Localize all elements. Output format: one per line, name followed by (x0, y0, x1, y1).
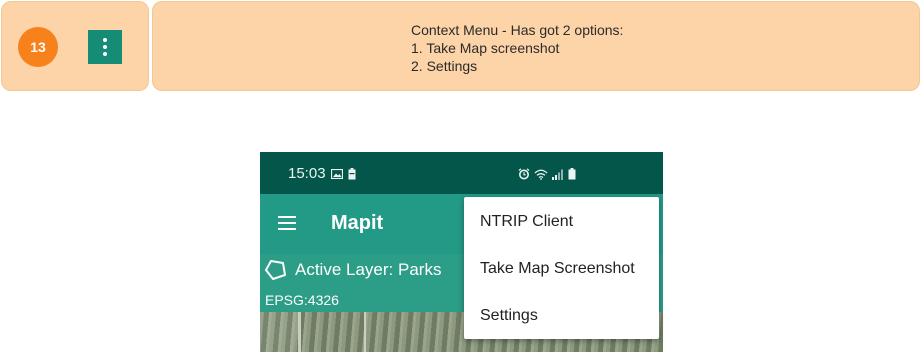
annotation-description-cell: Context Menu - Has got 2 options: 1. Tak… (152, 1, 920, 91)
active-layer-label: Active Layer: Parks (295, 260, 442, 279)
battery-saver-icon (348, 168, 356, 180)
annotation-description: Context Menu - Has got 2 options: 1. Tak… (411, 21, 623, 75)
alarm-icon (518, 168, 530, 180)
annotation-line-title: Context Menu - Has got 2 options: (411, 22, 624, 38)
map-road (364, 312, 366, 352)
more-vert-icon (88, 30, 122, 64)
menu-item-take-map-screenshot[interactable]: Take Map Screenshot (480, 260, 635, 278)
status-right-icons (518, 168, 576, 180)
epsg-label: EPSG:4326 (265, 292, 339, 308)
map-road (298, 312, 301, 352)
context-menu: NTRIP Client Take Map Screenshot Setting… (464, 197, 659, 339)
step-number-badge: 13 (18, 27, 58, 67)
annotation-line-option-2: 2. Settings (411, 58, 478, 74)
annotation-icon-cell: 13 (1, 1, 149, 91)
menu-item-ntrip-client[interactable]: NTRIP Client (480, 213, 573, 231)
battery-icon (568, 168, 576, 180)
hamburger-icon[interactable] (278, 216, 296, 230)
annotation-line-option-1: 1. Take Map screenshot (411, 40, 560, 56)
menu-item-settings[interactable]: Settings (480, 307, 538, 325)
signal-icon (552, 169, 563, 180)
status-bar: 15:03 (260, 152, 663, 194)
image-icon (331, 169, 343, 179)
app-title: Mapit (331, 212, 384, 234)
polygon-icon (265, 260, 286, 280)
page: 13 Context Menu - Has got 2 options: 1. … (0, 0, 923, 352)
wifi-icon (534, 169, 548, 180)
status-time: 15:03 (288, 165, 326, 182)
status-left-icons (331, 168, 356, 180)
